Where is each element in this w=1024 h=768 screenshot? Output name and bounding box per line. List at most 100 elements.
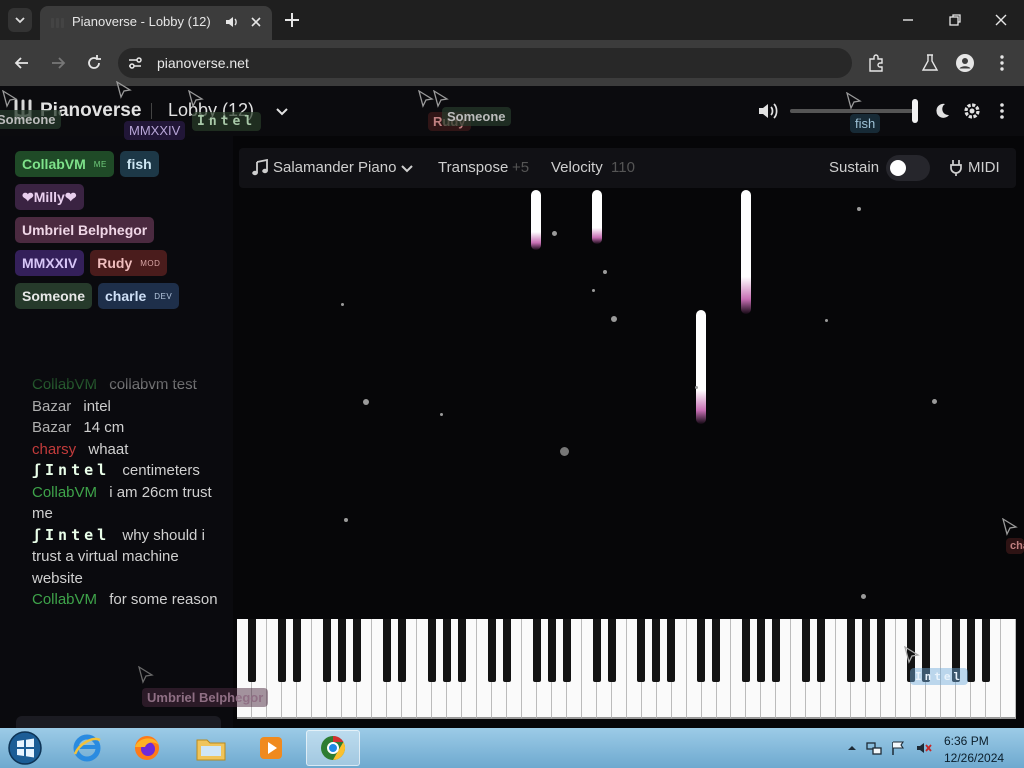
transpose-value[interactable]: +5 <box>512 159 529 176</box>
black-key[interactable] <box>742 619 751 682</box>
black-key[interactable] <box>502 619 511 682</box>
black-key[interactable] <box>652 619 661 682</box>
network-icon[interactable] <box>866 740 882 756</box>
black-key[interactable] <box>772 619 781 682</box>
black-key[interactable] <box>277 619 286 682</box>
action-center-flag-icon[interactable] <box>890 740 906 756</box>
black-key[interactable] <box>862 619 871 682</box>
black-key[interactable] <box>457 619 466 682</box>
chat-author[interactable]: ʃIntel <box>32 526 110 544</box>
volume-icon[interactable] <box>757 101 779 121</box>
chevron-up-icon[interactable] <box>844 740 860 756</box>
user-chip[interactable]: Umbriel Belphegor <box>15 217 155 243</box>
taskbar-explorer[interactable] <box>184 730 238 766</box>
black-key[interactable] <box>952 619 961 682</box>
address-bar[interactable]: pianoverse.net <box>118 48 852 78</box>
black-key[interactable] <box>322 619 331 682</box>
user-chip[interactable]: CollabVM ME <box>15 151 114 177</box>
black-key[interactable] <box>532 619 541 682</box>
user-chip[interactable]: ❤Milly❤ <box>15 184 84 210</box>
labs-flask-icon[interactable] <box>920 53 940 73</box>
black-key[interactable] <box>847 619 856 682</box>
taskbar-ie[interactable] <box>60 730 114 766</box>
velocity-label[interactable]: Velocity <box>551 159 603 176</box>
black-key[interactable] <box>547 619 556 682</box>
instrument-selector[interactable]: Salamander Piano <box>273 159 396 176</box>
black-key[interactable] <box>442 619 451 682</box>
black-key[interactable] <box>382 619 391 682</box>
speaker-muted-icon[interactable] <box>916 740 932 756</box>
user-chip[interactable]: Rudy MOD <box>90 250 168 276</box>
close-tab-icon[interactable] <box>248 14 264 30</box>
black-key[interactable] <box>352 619 361 682</box>
restore-icon[interactable] <box>945 10 965 30</box>
forward-arrow-icon[interactable] <box>48 53 68 73</box>
chat-author[interactable]: CollabVM <box>32 484 97 501</box>
chat-log: CollabVM collabvm testBazar intelBazar 1… <box>32 374 224 611</box>
minimize-icon[interactable] <box>898 10 918 30</box>
black-key[interactable] <box>592 619 601 682</box>
taskbar-media-player[interactable] <box>244 730 298 766</box>
audio-playing-icon[interactable] <box>224 14 240 30</box>
tab-search-button[interactable] <box>8 8 32 32</box>
velocity-value[interactable]: 110 <box>611 159 635 176</box>
volume-slider[interactable] <box>790 109 918 113</box>
plug-icon[interactable] <box>948 159 964 177</box>
chat-author[interactable]: CollabVM <box>32 591 97 608</box>
browser-tab[interactable]: Pianoverse - Lobby (12) <box>40 6 272 40</box>
black-key[interactable] <box>712 619 721 682</box>
transpose-label[interactable]: Transpose <box>438 159 508 176</box>
chevron-down-icon[interactable] <box>399 160 415 176</box>
chat-message: charsy whaat <box>32 439 224 461</box>
black-key[interactable] <box>802 619 811 682</box>
black-key[interactable] <box>562 619 571 682</box>
black-key[interactable] <box>817 619 826 682</box>
black-key[interactable] <box>922 619 931 682</box>
chevron-down-icon[interactable] <box>274 103 290 119</box>
user-chip[interactable]: MMXXIV <box>15 250 85 276</box>
reload-icon[interactable] <box>84 53 104 73</box>
black-key[interactable] <box>757 619 766 682</box>
black-key[interactable] <box>487 619 496 682</box>
profile-avatar-icon[interactable] <box>955 53 975 73</box>
taskbar-firefox[interactable] <box>120 730 174 766</box>
chat-author[interactable]: Bazar <box>32 419 71 436</box>
extensions-icon[interactable] <box>866 53 886 73</box>
black-key[interactable] <box>247 619 256 682</box>
black-key[interactable] <box>607 619 616 682</box>
black-key[interactable] <box>397 619 406 682</box>
chat-author[interactable]: ʃIntel <box>32 461 110 479</box>
close-window-icon[interactable] <box>991 10 1011 30</box>
black-key[interactable] <box>982 619 991 682</box>
midi-button[interactable]: MIDI <box>968 159 1000 176</box>
black-key[interactable] <box>427 619 436 682</box>
windows-start-orb-icon[interactable] <box>6 730 44 766</box>
sustain-toggle[interactable] <box>886 155 930 181</box>
new-tab-icon[interactable] <box>282 10 302 30</box>
black-key[interactable] <box>292 619 301 682</box>
taskbar-chrome[interactable] <box>306 730 360 766</box>
black-key[interactable] <box>637 619 646 682</box>
gear-icon[interactable] <box>962 101 982 121</box>
piano-keyboard[interactable] <box>237 619 1017 719</box>
black-key[interactable] <box>337 619 346 682</box>
more-options-icon[interactable] <box>996 101 1008 121</box>
black-key[interactable] <box>967 619 976 682</box>
chat-author[interactable]: charsy <box>32 441 76 458</box>
pianoverse-app: Pianoverse Lobby (12) CollabVM ME fish ❤Mil… <box>0 81 1024 760</box>
room-selector[interactable]: Lobby (12) <box>168 100 254 121</box>
black-key[interactable] <box>667 619 676 682</box>
black-key[interactable] <box>877 619 886 682</box>
clock-time[interactable]: 6:36 PM <box>944 734 989 748</box>
black-key[interactable] <box>697 619 706 682</box>
user-chip[interactable]: fish <box>119 151 159 177</box>
clock-date[interactable]: 12/26/2024 <box>944 751 1004 765</box>
black-key[interactable] <box>907 619 916 682</box>
moon-theme-icon[interactable] <box>933 102 951 120</box>
back-arrow-icon[interactable] <box>12 53 32 73</box>
user-chip[interactable]: Someone <box>15 283 93 309</box>
volume-slider-handle[interactable] <box>912 99 918 123</box>
site-info-icon[interactable] <box>126 54 144 72</box>
browser-menu-icon[interactable] <box>992 53 1012 73</box>
user-chip[interactable]: charle DEV <box>98 283 180 309</box>
